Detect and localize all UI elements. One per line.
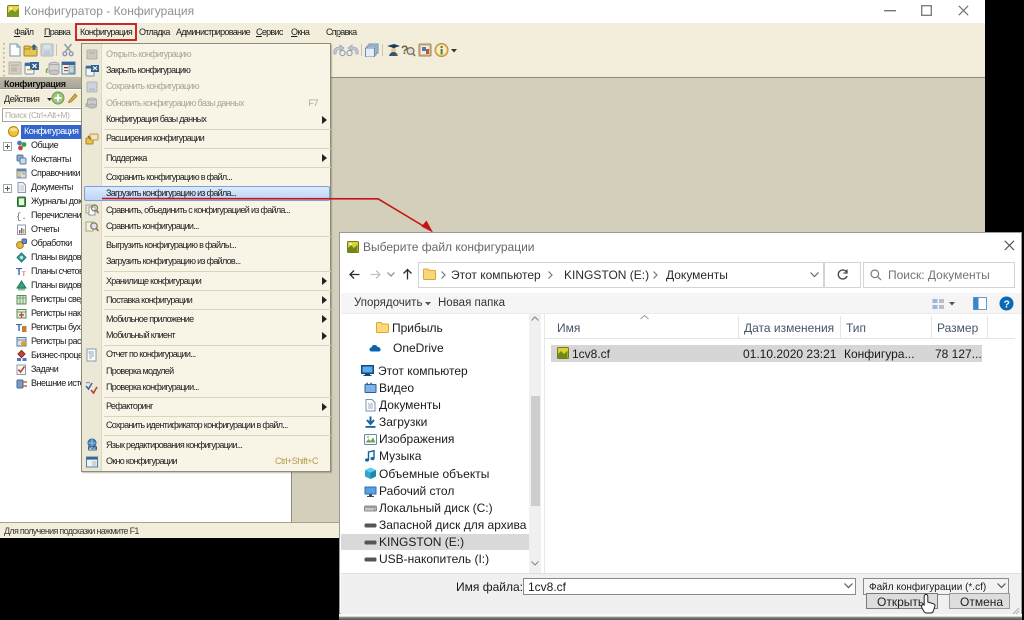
svg-text:abc: abc (89, 446, 97, 451)
svg-text:т: т (22, 269, 26, 277)
svg-text:Т: Т (16, 323, 22, 333)
svg-text:?: ? (1004, 299, 1010, 311)
svg-text:{..}: {..} (16, 212, 27, 221)
